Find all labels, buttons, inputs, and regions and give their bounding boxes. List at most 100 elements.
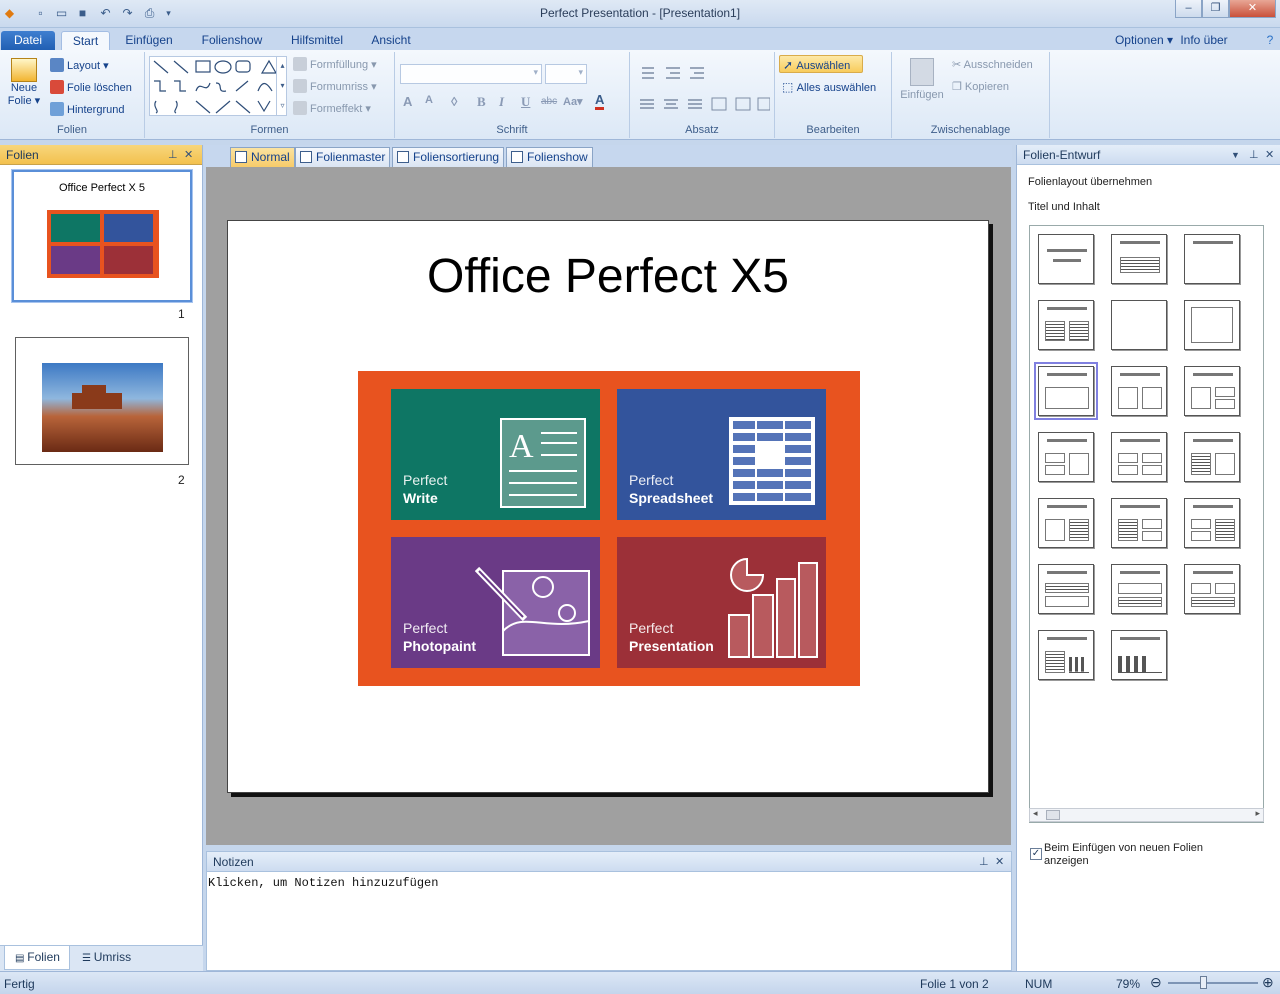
view-foliensortierung[interactable]: Foliensortierung xyxy=(392,147,505,167)
paste-button[interactable]: Einfügen xyxy=(898,58,946,104)
tab-datei[interactable]: Datei xyxy=(1,31,55,50)
font-size-combo[interactable] xyxy=(545,64,587,84)
fill-icon xyxy=(293,57,307,71)
background-button[interactable]: Hintergrund xyxy=(50,101,124,119)
layout-content[interactable] xyxy=(1184,300,1240,350)
slide-thumbnail-1[interactable]: Office Perfect X 5 xyxy=(11,169,193,303)
options-menu[interactable]: Optionen ▾ xyxy=(1112,31,1176,50)
layout-content-text[interactable] xyxy=(1038,498,1094,548)
scroll-left-icon[interactable]: ◂ xyxy=(1033,808,1038,819)
tab-outline[interactable]: ☰ Umriss xyxy=(78,946,158,970)
design-close-icon[interactable]: ✕ xyxy=(1265,145,1274,165)
delete-slide-button[interactable]: Folie löschen xyxy=(50,79,132,97)
dropdown-icon[interactable]: ▼ xyxy=(1231,145,1240,165)
shape-effect-button[interactable]: Formeffekt ▾ xyxy=(293,100,371,118)
shapes-scroll[interactable]: ▴ ▾ ▿ xyxy=(276,56,288,116)
cut-button[interactable]: ✂ Ausschneiden xyxy=(952,56,1033,74)
clear-format-icon[interactable]: ◊ xyxy=(451,94,457,109)
new-slide-button[interactable]: Neue Folie ▾ xyxy=(6,58,42,118)
restore-button[interactable]: ❐ xyxy=(1202,0,1229,18)
info-menu[interactable]: Info über xyxy=(1176,31,1232,50)
strikethrough-icon[interactable]: abc xyxy=(541,96,557,107)
view-normal[interactable]: Normal xyxy=(230,147,295,167)
select-button[interactable]: ➚ Auswählen xyxy=(779,55,863,73)
layout-split-text[interactable] xyxy=(1184,498,1240,548)
slide-number-1: 1 xyxy=(178,307,185,321)
close-button[interactable]: ✕ xyxy=(1229,0,1276,18)
tab-ansicht[interactable]: Ansicht xyxy=(364,31,418,50)
pin-icon[interactable]: ⊥ xyxy=(168,145,178,165)
current-slide[interactable]: Office Perfect X5 A Perfect Write Perfec… xyxy=(227,220,989,793)
layout-content-split[interactable] xyxy=(1184,366,1240,416)
tile-presentation-line1: Perfect xyxy=(629,620,674,636)
shapes-gallery[interactable] xyxy=(149,56,287,116)
change-case-icon[interactable]: Aa▾ xyxy=(563,95,583,108)
layout-text-over-content[interactable] xyxy=(1038,564,1094,614)
underline-icon[interactable]: U xyxy=(521,94,530,110)
outline-icon xyxy=(293,79,307,93)
notes-pin-icon[interactable]: ⊥ xyxy=(979,852,989,872)
layout-text-split[interactable] xyxy=(1111,498,1167,548)
bold-icon[interactable]: B xyxy=(477,94,486,110)
layout-text-content[interactable] xyxy=(1184,432,1240,482)
layout-icon xyxy=(50,58,64,72)
select-all-button[interactable]: ⬚ Alles auswählen xyxy=(782,78,876,96)
paragraph-icons[interactable] xyxy=(636,64,770,116)
zoom-out-icon[interactable]: ⊖ xyxy=(1150,974,1162,991)
scroll-right-icon[interactable]: ▸ xyxy=(1255,808,1260,819)
tab-folienshow[interactable]: Folienshow xyxy=(193,31,271,50)
layout-text-chart[interactable] xyxy=(1038,630,1094,680)
font-name-combo[interactable] xyxy=(400,64,542,84)
font-color-icon[interactable]: A xyxy=(595,93,605,110)
italic-icon[interactable]: I xyxy=(499,94,504,110)
layout-title-only[interactable] xyxy=(1184,234,1240,284)
zoom-in-icon[interactable]: ⊕ xyxy=(1262,974,1274,991)
minimize-button[interactable]: – xyxy=(1175,0,1202,18)
copy-icon: ❐ xyxy=(952,81,965,93)
design-pin-icon[interactable]: ⊥ xyxy=(1249,145,1259,165)
help-icon[interactable]: ? xyxy=(1262,31,1278,50)
slide-thumbnail-2[interactable] xyxy=(15,337,189,465)
tab-start[interactable]: Start xyxy=(61,31,110,50)
tab-slides[interactable]: ▤ Folien xyxy=(4,946,70,970)
tile-spreadsheet-line1: Perfect xyxy=(629,472,674,488)
zoom-slider-thumb[interactable] xyxy=(1200,976,1207,989)
shape-outline-button[interactable]: Formumriss ▾ xyxy=(293,78,377,96)
layout-chart[interactable] xyxy=(1111,630,1167,680)
select-all-icon: ⬚ xyxy=(782,80,797,94)
layout-title-text[interactable] xyxy=(1111,234,1167,284)
layout-title-content-selected[interactable] xyxy=(1034,362,1098,420)
group-schrift: A A ◊ B I U abc Aa▾ A Schrift xyxy=(395,52,630,138)
view-folienmaster[interactable]: Folienmaster xyxy=(295,147,391,167)
scroll-thumb[interactable] xyxy=(1046,810,1060,820)
notes-input[interactable]: Klicken, um Notizen hinzuzufügen xyxy=(208,876,438,890)
group-zwischenablage: Einfügen ✂ Ausschneiden ❐ Kopieren Zwisc… xyxy=(892,52,1050,138)
group-formen-label: Formen xyxy=(250,124,289,136)
office-perfect-logo[interactable]: A Perfect Write Perfect Spreadsheet Perf… xyxy=(358,371,860,686)
layout-two-over-text[interactable] xyxy=(1184,564,1240,614)
layout-content-over-text[interactable] xyxy=(1111,564,1167,614)
notes-close-icon[interactable]: ✕ xyxy=(995,852,1004,872)
layout-split-content[interactable] xyxy=(1038,432,1094,482)
close-icon[interactable]: ✕ xyxy=(184,145,193,165)
view-folienshow[interactable]: Folienshow xyxy=(506,147,593,167)
layout-four-content[interactable] xyxy=(1111,432,1167,482)
tab-hilfsmittel[interactable]: Hilfsmittel xyxy=(282,31,352,50)
title-bar: ◆ ▫ ▭ ■ ↶ ↷ ⎙ ▾ Perfect Presentation - [… xyxy=(0,0,1280,28)
layout-two-text[interactable] xyxy=(1038,300,1094,350)
copy-button[interactable]: ❐ Kopieren xyxy=(952,78,1009,96)
layout-two-content[interactable] xyxy=(1111,366,1167,416)
layout-blank[interactable] xyxy=(1111,300,1167,350)
layout-button[interactable]: Layout ▾ xyxy=(50,57,109,75)
shrink-font-icon[interactable]: A xyxy=(425,94,433,106)
shape-fill-button[interactable]: Formfüllung ▾ xyxy=(293,56,377,74)
grow-font-icon[interactable]: A xyxy=(403,94,412,109)
notes-pane: Notizen ⊥ ✕ Klicken, um Notizen hinzuzuf… xyxy=(206,851,1012,971)
slides-pane: Folien ⊥ ✕ Office Perfect X 5 1 2 ▤ Foli… xyxy=(0,145,203,971)
insert-show-checkbox[interactable]: ✓ xyxy=(1030,848,1042,860)
layout-gallery-hscroll[interactable]: ◂ ▸ xyxy=(1029,808,1264,822)
zoom-slider[interactable] xyxy=(1168,982,1258,984)
tab-einfuegen[interactable]: Einfügen xyxy=(117,31,181,50)
slide-title[interactable]: Office Perfect X5 xyxy=(228,249,988,304)
layout-title-slide[interactable] xyxy=(1038,234,1094,284)
